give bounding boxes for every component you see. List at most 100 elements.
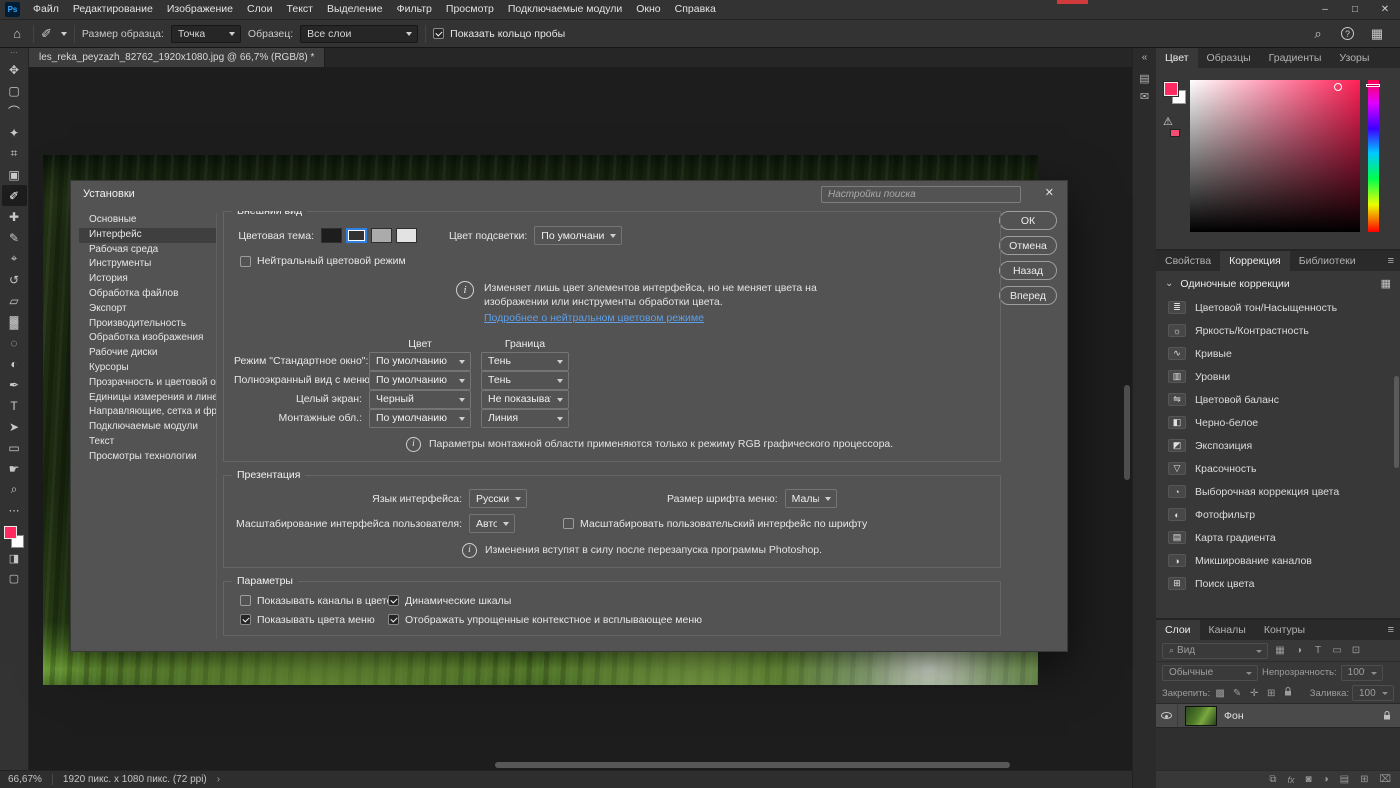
panel-tab[interactable]: Слои [1156, 620, 1200, 640]
panel-tab[interactable]: Свойства [1156, 251, 1220, 271]
adjustment-brightness-contrast[interactable]: ☼ Яркость/Контрастность [1156, 319, 1400, 342]
blend-mode-select[interactable]: Обычные [1162, 665, 1258, 681]
adjustment-channel-mixer[interactable]: ◑ Микширование каналов [1156, 549, 1400, 572]
adjustment-black-white[interactable]: ◧ Черно-белое [1156, 411, 1400, 434]
delete-layer-icon[interactable]: ⌧ [1379, 774, 1391, 785]
panel-tab[interactable]: Цвет [1156, 48, 1198, 68]
preferences-nav-item[interactable]: Просмотры технологии [79, 450, 216, 465]
preferences-nav-item[interactable]: Инструменты [79, 257, 216, 272]
next-button[interactable]: Вперед [999, 286, 1057, 305]
highlight-color-select[interactable]: По умолчанию [534, 226, 622, 245]
ui-language-select[interactable]: Русский [469, 489, 527, 508]
adjustment-exposure[interactable]: ◩ Экспозиция [1156, 434, 1400, 457]
crop-tool[interactable]: ⌗ [2, 143, 27, 164]
menu-item[interactable]: Слои [240, 0, 280, 19]
preferences-nav-item[interactable]: Направляющие, сетка и фрагменты [79, 405, 216, 420]
preferences-nav-item[interactable]: Рабочая среда [79, 243, 216, 258]
adjustment-color-balance[interactable]: ⇋ Цветовой баланс [1156, 388, 1400, 411]
lasso-tool[interactable]: ⌒ [2, 101, 27, 122]
home-icon[interactable]: ⌂ [8, 26, 26, 41]
fill-select[interactable]: 100% [1352, 685, 1394, 701]
preferences-nav-item[interactable]: Основные [79, 213, 216, 228]
panel-menu-icon[interactable]: ≡ [1382, 620, 1400, 640]
tool-preset-picker[interactable]: ✐ [41, 26, 67, 42]
edit-toolbar-icon[interactable]: ⋯ [9, 500, 20, 520]
collapsed-panel-icon-bottom[interactable]: ✉ [1135, 87, 1155, 105]
preferences-nav-item[interactable]: Производительность [79, 317, 216, 332]
new-group-icon[interactable]: ▤ [1340, 774, 1349, 785]
preferences-nav-item[interactable]: Рабочие диски [79, 346, 216, 361]
adjustment-levels[interactable]: ▥ Уровни [1156, 365, 1400, 388]
lock-transparency-icon[interactable]: ▩ [1213, 688, 1227, 699]
collapsed-panel-icon-top[interactable]: ▤ [1135, 69, 1155, 87]
adjustment-color-lookup[interactable]: ⊞ Поиск цвета [1156, 572, 1400, 595]
document-tab[interactable]: les_reka_peyzazh_82762_1920x1080.jpg @ 6… [29, 48, 325, 67]
screen-mode-icon[interactable]: ▢ [9, 568, 19, 588]
neutral-color-mode-checkbox[interactable]: Нейтральный цветовой режим [240, 255, 406, 267]
filter-shape-layers-icon[interactable]: ▭ [1330, 645, 1344, 656]
adjustment-photo-filter[interactable]: ◐ Фотофильтр [1156, 503, 1400, 526]
menu-item[interactable]: Текст [280, 0, 320, 19]
color-field-marker[interactable] [1334, 83, 1342, 91]
menu-item[interactable]: Файл [26, 0, 66, 19]
filter-pixel-layers-icon[interactable]: ▦ [1273, 645, 1287, 656]
filter-type-layers-icon[interactable]: T [1311, 645, 1325, 656]
new-adjustment-layer-icon[interactable]: ◑ [1323, 774, 1329, 785]
foreground-swatch[interactable] [4, 526, 17, 539]
scale-ui-to-font-checkbox[interactable]: Масштабировать пользовательский интерфей… [563, 518, 867, 530]
new-layer-icon[interactable]: ⊞ [1360, 774, 1368, 785]
theme-swatch-lightest[interactable] [396, 228, 417, 243]
zoom-tool[interactable]: ⌕ [2, 479, 27, 500]
preferences-nav-item[interactable]: Подключаемые модули [79, 420, 216, 435]
panel-tab[interactable]: Контуры [1255, 620, 1314, 640]
theme-swatch-darkest[interactable] [321, 228, 342, 243]
vertical-scrollbar[interactable] [1124, 385, 1130, 480]
foreground-background-swatches[interactable] [3, 526, 25, 548]
adjustment-vibrance[interactable]: ▽ Красочность [1156, 457, 1400, 480]
preferences-nav-item[interactable]: Единицы измерения и линейки [79, 391, 216, 406]
panel-tab[interactable]: Каналы [1200, 620, 1255, 640]
opacity-select[interactable]: 100% [1341, 665, 1383, 681]
theme-swatch-dark[interactable] [346, 228, 367, 243]
chevron-down-icon[interactable]: ⌄ [1165, 278, 1173, 289]
panel-tab[interactable]: Библиотеки [1290, 251, 1365, 271]
lock-all-icon[interactable] [1281, 687, 1295, 699]
panel-tab[interactable]: Градиенты [1260, 48, 1331, 68]
menu-item[interactable]: Выделение [320, 0, 390, 19]
menu-item[interactable]: Подключаемые модули [501, 0, 629, 19]
panel-scrollbar[interactable] [1394, 376, 1399, 468]
preferences-nav-item[interactable]: Курсоры [79, 361, 216, 376]
move-tool[interactable]: ✥ [2, 59, 27, 80]
expand-panels-icon[interactable]: « [1142, 52, 1148, 63]
mode-border-select[interactable]: Тень [481, 352, 569, 371]
eraser-tool[interactable]: ▱ [2, 290, 27, 311]
option-checkbox[interactable]: Показывать каналы в цвете [240, 595, 388, 607]
grid-view-icon[interactable]: ▦ [1381, 277, 1391, 290]
panel-tab[interactable]: Узоры [1330, 48, 1378, 68]
status-options-icon[interactable]: › [217, 774, 220, 785]
layer-visibility-icon[interactable] [1161, 712, 1172, 719]
preferences-search-input[interactable] [821, 186, 1021, 203]
option-checkbox[interactable]: Отображать упрощенные контекстное и вспл… [388, 614, 990, 626]
eyedropper-tool[interactable]: ✐ [2, 185, 27, 206]
mode-border-select[interactable]: Не показывать [481, 390, 569, 409]
close-window-icon[interactable]: ✕ [1370, 0, 1400, 19]
minimize-icon[interactable]: – [1310, 0, 1340, 19]
layer-thumbnail[interactable] [1185, 706, 1217, 726]
workspace-switcher-icon[interactable]: ▦ [1368, 26, 1386, 42]
marquee-tool[interactable]: ▢ [2, 80, 27, 101]
maximize-icon[interactable]: □ [1340, 0, 1370, 19]
prev-button[interactable]: Назад [999, 261, 1057, 280]
panel-menu-icon[interactable]: ≡ [1382, 251, 1400, 271]
blur-tool[interactable]: ◌ [2, 332, 27, 353]
link-layers-icon[interactable]: ⧉ [1269, 774, 1276, 785]
preferences-nav-item[interactable]: Текст [79, 435, 216, 450]
path-selection-tool[interactable]: ➤ [2, 416, 27, 437]
quick-mask-icon[interactable]: ◨ [9, 548, 19, 568]
mode-border-select[interactable]: Тень [481, 371, 569, 390]
preferences-nav-item[interactable]: Обработка изображения [79, 331, 216, 346]
preferences-nav-item[interactable]: Обработка файлов [79, 287, 216, 302]
gamut-warning-icon[interactable]: ⚠ [1163, 115, 1173, 128]
brush-tool[interactable]: ✎ [2, 227, 27, 248]
layer-filter-select[interactable]: ⌕Вид [1162, 643, 1268, 659]
